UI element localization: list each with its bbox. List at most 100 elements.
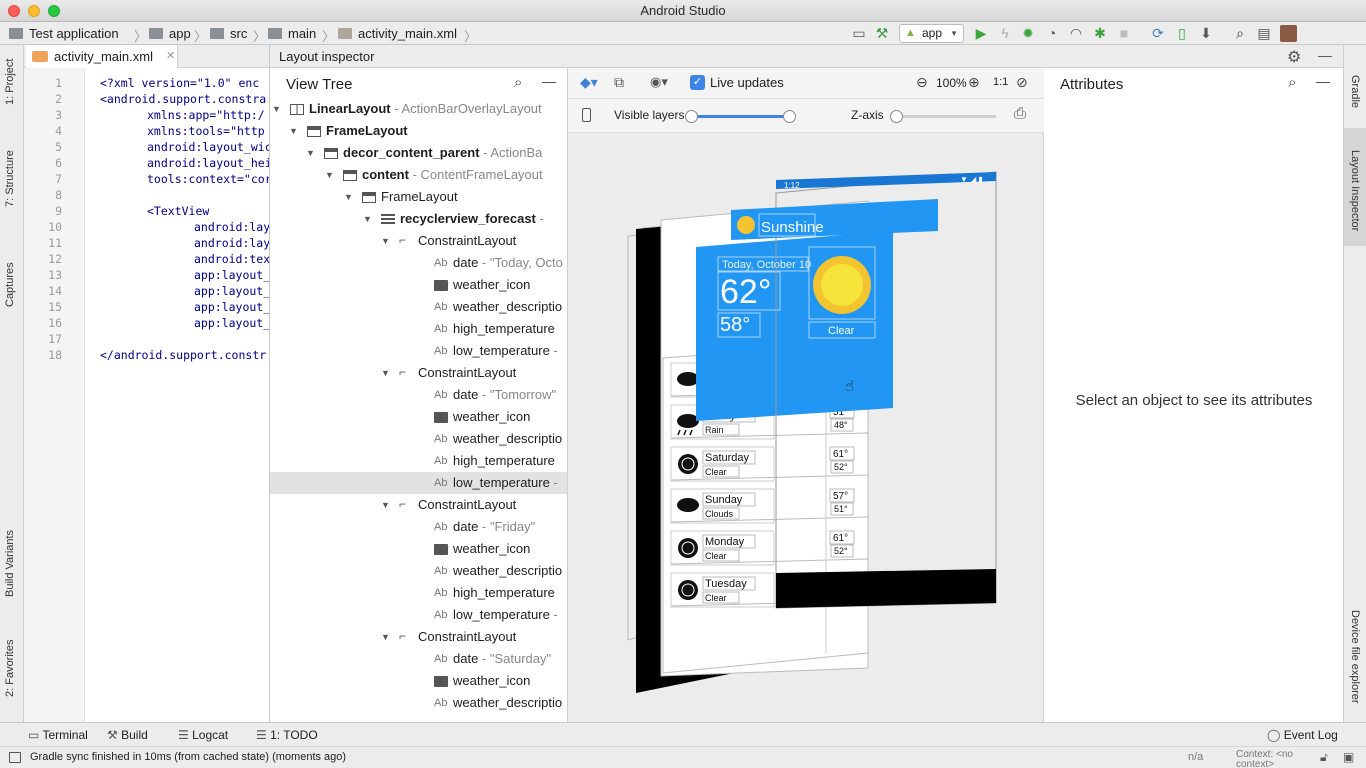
close-tab-icon[interactable]: ✕ bbox=[166, 45, 175, 68]
close-window-button[interactable] bbox=[8, 5, 20, 17]
view-tree-node[interactable]: weather_icon bbox=[270, 538, 567, 560]
view-tree-node[interactable]: ▼ FrameLayout bbox=[270, 120, 567, 142]
expand-triangle-icon[interactable]: ▼ bbox=[306, 142, 315, 164]
avatar[interactable] bbox=[1280, 25, 1297, 42]
view-tree-node[interactable]: ▼ content - ContentFrameLayout bbox=[270, 164, 567, 186]
tab-gradle[interactable]: Gradle bbox=[1349, 75, 1361, 108]
tab-device-file-explorer[interactable]: Device file explorer bbox=[1349, 610, 1361, 704]
view-tree-node[interactable]: ▼ FrameLayout bbox=[270, 186, 567, 208]
tab-layout-inspector[interactable]: Layout Inspector bbox=[1349, 150, 1361, 231]
view-tree-node[interactable]: Ab date - "Friday" bbox=[270, 516, 567, 538]
expand-triangle-icon[interactable]: ▼ bbox=[344, 186, 353, 208]
inspector-icon[interactable]: ▣ bbox=[1343, 750, 1354, 764]
sdk-manager-icon[interactable]: ⬇ bbox=[1197, 25, 1215, 42]
minimize-window-button[interactable] bbox=[28, 5, 40, 17]
view-tree-node[interactable]: Ab date - "Today, Octo bbox=[270, 252, 567, 274]
view-tree-node[interactable]: Ab low_temperature - bbox=[270, 340, 567, 362]
project-structure-icon[interactable]: ▤ bbox=[1255, 25, 1273, 42]
view-tree-node[interactable]: Ab date - "Saturday" bbox=[270, 648, 567, 670]
tab-build[interactable]: ⚒ Build bbox=[107, 723, 148, 747]
minimize-panel-icon[interactable]: — bbox=[1318, 47, 1332, 63]
load-overlay-icon[interactable]: ⧉ bbox=[614, 74, 624, 91]
code-line[interactable]: </android.support.constr bbox=[100, 348, 266, 362]
code-line[interactable]: android:tex bbox=[194, 252, 269, 266]
code-line[interactable]: android:layout_hei bbox=[147, 156, 269, 170]
apply-changes-icon[interactable]: ϟ bbox=[996, 25, 1014, 42]
debug-icon[interactable]: ✹ bbox=[1019, 25, 1037, 42]
slider-handle[interactable] bbox=[890, 110, 903, 123]
code-line[interactable]: xmlns:tools="http bbox=[147, 124, 265, 138]
expand-triangle-icon[interactable]: ▼ bbox=[381, 626, 390, 648]
view-tree-node[interactable]: ▼ recyclerview_forecast - bbox=[270, 208, 567, 230]
build-hammer-icon[interactable]: ⚒ bbox=[873, 25, 891, 42]
breadcrumb-project[interactable]: Test application bbox=[9, 22, 119, 45]
avd-manager-icon[interactable]: ▯ bbox=[1173, 25, 1191, 42]
search-icon[interactable]: ⌕ bbox=[1288, 74, 1296, 91]
slider-handle[interactable] bbox=[685, 110, 698, 123]
code-line[interactable]: app:layout_ bbox=[194, 300, 269, 314]
context-indicator[interactable]: Context: <no context> bbox=[1236, 750, 1304, 768]
eye-icon[interactable]: ◉▾ bbox=[650, 74, 668, 90]
code-line[interactable]: android:lay bbox=[194, 220, 269, 234]
visible-layers-slider[interactable] bbox=[685, 110, 796, 123]
code-line[interactable]: app:layout_ bbox=[194, 284, 269, 298]
run-configuration-select[interactable]: ▲ app ▼ bbox=[899, 24, 964, 43]
stop-icon[interactable]: ■ bbox=[1115, 25, 1133, 42]
gear-icon[interactable]: ⚙ bbox=[1287, 47, 1301, 67]
code-line[interactable]: app:layout_ bbox=[194, 268, 269, 282]
view-tree-node[interactable]: ▼ ⌐ ConstraintLayout bbox=[270, 362, 567, 384]
view-tree-node[interactable]: Ab high_temperature bbox=[270, 582, 567, 604]
actual-size-button[interactable]: 1:1 bbox=[993, 76, 1008, 88]
search-icon[interactable]: ⌕ bbox=[514, 74, 522, 91]
collapse-icon[interactable]: — bbox=[542, 73, 556, 89]
view-tree-node[interactable]: ▼ ⌐ ConstraintLayout bbox=[270, 626, 567, 648]
code-line[interactable]: app:layout_ bbox=[194, 316, 269, 330]
zoom-out-icon[interactable]: ⊖ bbox=[916, 74, 928, 91]
expand-triangle-icon[interactable]: ▼ bbox=[272, 98, 281, 120]
code-line[interactable]: <android.support.constra bbox=[100, 92, 266, 106]
breadcrumb-main[interactable]: main bbox=[268, 22, 316, 45]
layers-icon[interactable]: ◆▾ bbox=[580, 74, 598, 91]
expand-triangle-icon[interactable]: ▼ bbox=[381, 362, 390, 384]
tab-captures[interactable]: Captures bbox=[4, 262, 16, 307]
editor-tab-activity-main[interactable]: activity_main.xml ✕ bbox=[26, 45, 178, 68]
view-tree-node[interactable]: Ab date - "Tomorrow" bbox=[270, 384, 567, 406]
zoom-to-fit-icon[interactable]: ⊘ bbox=[1016, 74, 1028, 91]
coverage-icon[interactable]: ◠ bbox=[1067, 25, 1085, 42]
code-line[interactable]: <TextView bbox=[147, 204, 209, 218]
tab-todo[interactable]: ☰ 1: TODO bbox=[256, 723, 318, 747]
view-tree-node[interactable]: Ab weather_descriptio bbox=[270, 560, 567, 582]
tab-terminal[interactable]: ▭ Terminal bbox=[28, 723, 88, 747]
code-line[interactable]: android:layout_wic bbox=[147, 140, 269, 154]
zoom-window-button[interactable] bbox=[48, 5, 60, 17]
device-icon[interactable] bbox=[582, 108, 591, 122]
code-line[interactable]: <?xml version="1.0" enc bbox=[100, 76, 259, 90]
view-tree-node[interactable]: Ab weather_descriptio bbox=[270, 428, 567, 450]
view-tree-node[interactable]: Ab weather_descriptio bbox=[270, 692, 567, 714]
code-line[interactable]: xmlns:app="http:/ bbox=[147, 108, 265, 122]
expand-triangle-icon[interactable]: ▼ bbox=[325, 164, 334, 186]
view-tree-node[interactable]: ▼ ⌐ ConstraintLayout bbox=[270, 230, 567, 252]
sync-gradle-icon[interactable]: ⟳ bbox=[1149, 25, 1167, 42]
code-line[interactable]: android:lay bbox=[194, 236, 269, 250]
view-tree-node[interactable]: Ab high_temperature bbox=[270, 318, 567, 340]
tab-build-variants[interactable]: Build Variants bbox=[4, 530, 16, 597]
view-tree-node[interactable]: ▼ LinearLayout - ActionBarOverlayLayout bbox=[270, 98, 567, 120]
collapse-icon[interactable]: — bbox=[1316, 73, 1330, 89]
z-axis-slider[interactable] bbox=[890, 110, 996, 123]
expand-triangle-icon[interactable]: ▼ bbox=[381, 230, 390, 252]
search-icon[interactable]: ⌕ bbox=[1231, 25, 1249, 42]
live-updates-checkbox[interactable]: ✓ bbox=[690, 75, 705, 90]
layout-3d-view[interactable]: TomorrowClouds55°48°FridayRain51°48°Satu… bbox=[568, 133, 1044, 722]
tab-project[interactable]: 1: Project bbox=[4, 59, 16, 105]
run-icon[interactable]: ▶ bbox=[972, 25, 990, 42]
view-tree-node[interactable]: weather_icon bbox=[270, 406, 567, 428]
view-tree-node[interactable]: Ab low_temperature - bbox=[270, 472, 567, 494]
breadcrumb-src[interactable]: src bbox=[210, 22, 247, 45]
view-tree-node[interactable]: Ab low_temperature - bbox=[270, 604, 567, 626]
breadcrumb-app[interactable]: app bbox=[149, 22, 191, 45]
code-line[interactable]: tools:context="cor bbox=[147, 172, 269, 186]
view-tree-node[interactable]: Ab weather_descriptio bbox=[270, 296, 567, 318]
slider-handle[interactable] bbox=[783, 110, 796, 123]
breadcrumb-file[interactable]: activity_main.xml bbox=[338, 22, 457, 45]
